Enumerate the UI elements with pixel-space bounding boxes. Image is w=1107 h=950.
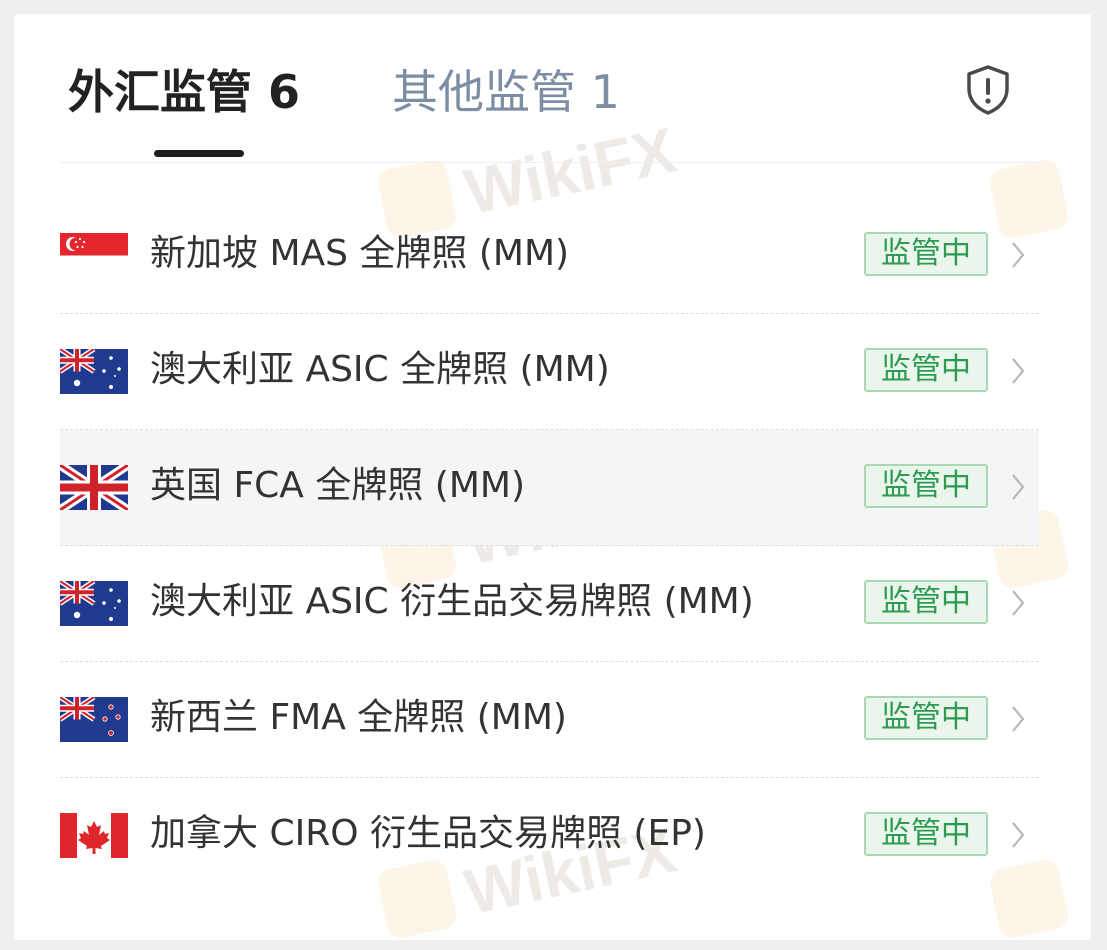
chevron-right-icon[interactable] xyxy=(1010,820,1026,850)
chevron-right-icon[interactable] xyxy=(1010,240,1026,270)
new-zealand-flag-icon xyxy=(60,697,128,742)
regulation-row[interactable]: 英国 FCA 全牌照 (MM) 监管中 xyxy=(60,430,1039,546)
canada-flag-icon xyxy=(60,813,128,858)
status-badge: 监管中 xyxy=(864,812,988,856)
status-badge: 监管中 xyxy=(864,696,988,740)
australia-flag-icon xyxy=(60,349,128,394)
singapore-flag-icon xyxy=(60,233,128,278)
chevron-right-icon[interactable] xyxy=(1010,704,1026,734)
shield-alert-icon[interactable] xyxy=(964,64,1012,116)
chevron-right-icon[interactable] xyxy=(1010,472,1026,502)
united-kingdom-flag-icon xyxy=(60,465,128,510)
regulation-label: 澳大利亚 ASIC 全牌照 (MM) xyxy=(150,349,610,390)
regulation-tabs: 外汇监管 6 其他监管 1 xyxy=(14,14,1091,164)
tab-forex-regulation[interactable]: 外汇监管 6 xyxy=(68,62,300,122)
regulation-list: 新加坡 MAS 全牌照 (MM) 监管中 澳大利亚 ASIC 全牌照 (MM) … xyxy=(14,198,1091,894)
regulation-row[interactable]: 加拿大 CIRO 衍生品交易牌照 (EP) 监管中 xyxy=(60,778,1039,894)
australia-flag-icon xyxy=(60,581,128,626)
regulation-row[interactable]: 新加坡 MAS 全牌照 (MM) 监管中 xyxy=(60,198,1039,314)
regulation-row[interactable]: 澳大利亚 ASIC 全牌照 (MM) 监管中 xyxy=(60,314,1039,430)
status-badge: 监管中 xyxy=(864,464,988,508)
regulation-row[interactable]: 新西兰 FMA 全牌照 (MM) 监管中 xyxy=(60,662,1039,778)
regulation-card: WikiFX WikiFX WikiFX 外汇监管 6 其他监管 1 xyxy=(14,14,1091,940)
regulation-row[interactable]: 澳大利亚 ASIC 衍生品交易牌照 (MM) 监管中 xyxy=(60,546,1039,662)
regulation-label: 新加坡 MAS 全牌照 (MM) xyxy=(150,233,570,274)
tabs-divider xyxy=(60,162,1039,163)
regulation-label: 加拿大 CIRO 衍生品交易牌照 (EP) xyxy=(150,813,706,854)
status-badge: 监管中 xyxy=(864,348,988,392)
regulation-label: 新西兰 FMA 全牌照 (MM) xyxy=(150,697,567,738)
status-badge: 监管中 xyxy=(864,580,988,624)
regulation-label: 澳大利亚 ASIC 衍生品交易牌照 (MM) xyxy=(150,581,754,622)
tab-other-regulation[interactable]: 其他监管 1 xyxy=(392,62,620,122)
regulation-label: 英国 FCA 全牌照 (MM) xyxy=(150,465,526,506)
chevron-right-icon[interactable] xyxy=(1010,588,1026,618)
chevron-right-icon[interactable] xyxy=(1010,356,1026,386)
active-tab-indicator xyxy=(154,150,244,157)
status-badge: 监管中 xyxy=(864,232,988,276)
